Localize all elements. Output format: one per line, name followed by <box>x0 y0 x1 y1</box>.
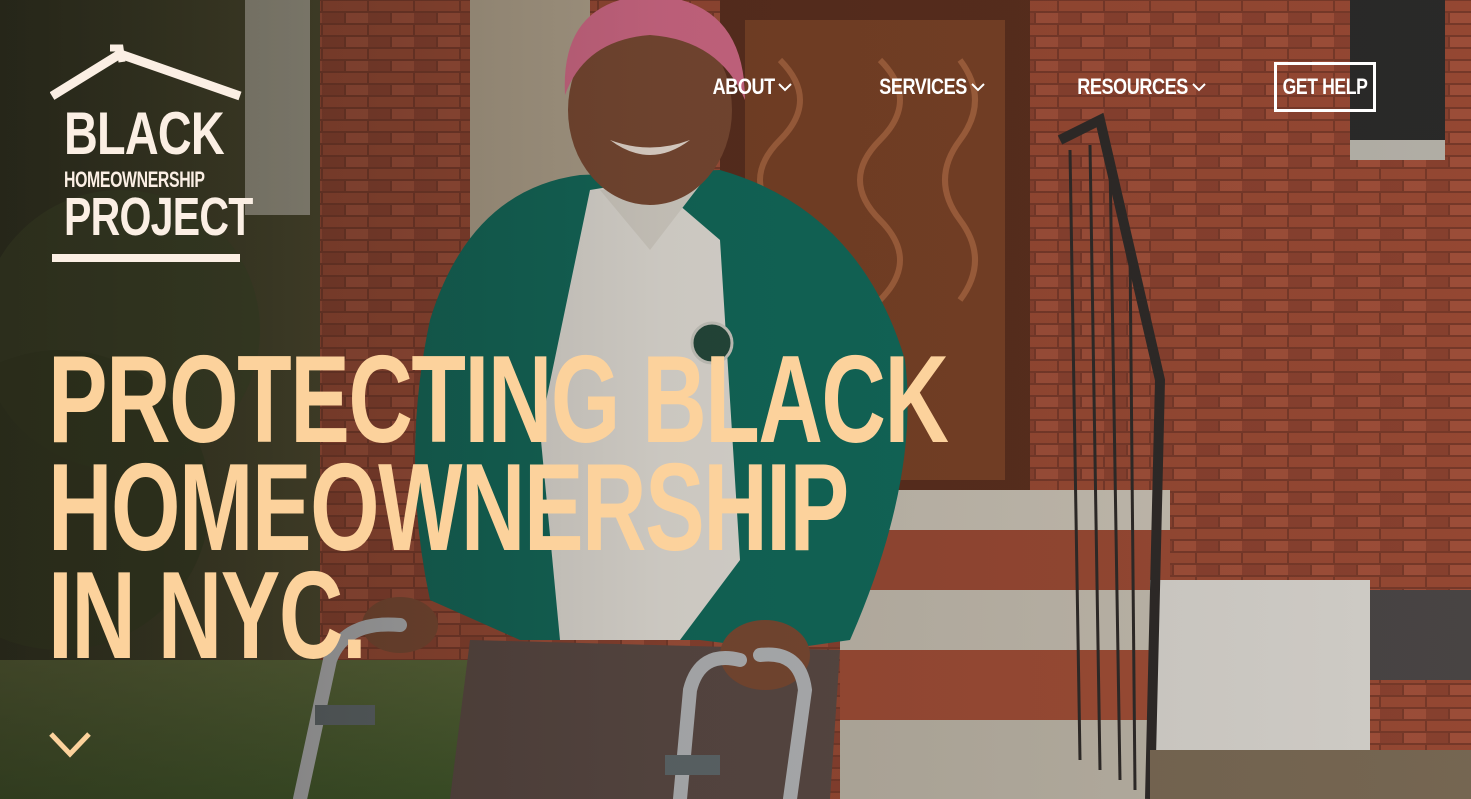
headline-line-1: PROTECTING BLACK <box>48 331 949 469</box>
headline-line-2: HOMEOWNERSHIP <box>48 439 849 577</box>
logo-line-project: PROJECT <box>64 187 253 247</box>
hero-headline: PROTECTING BLACK HOMEOWNERSHIP IN NYC. <box>48 331 1297 685</box>
house-roof-icon <box>50 44 242 101</box>
chevron-down-icon <box>971 83 985 92</box>
chevron-down-icon[interactable] <box>48 730 92 760</box>
nav-item-label: SERVICES <box>879 74 968 99</box>
nav-item-resources[interactable]: RESOURCES <box>1053 74 1206 100</box>
nav-item-label: ABOUT <box>712 74 775 99</box>
nav-item-about[interactable]: ABOUT <box>699 74 793 100</box>
brand-logo[interactable]: BLACK HOMEOWNERSHIP PROJECT <box>50 44 253 264</box>
chevron-down-icon <box>1192 83 1206 92</box>
main-nav: ABOUT SERVICES RESOURCES GET HELP <box>699 62 1376 112</box>
logo-underline <box>52 254 240 262</box>
get-help-label: GET HELP <box>1282 74 1368 99</box>
nav-item-label: RESOURCES <box>1077 74 1188 99</box>
nav-item-services[interactable]: SERVICES <box>860 74 985 100</box>
logo-line-black: BLACK <box>64 100 225 167</box>
chevron-down-icon <box>778 83 792 92</box>
get-help-button[interactable]: GET HELP <box>1274 62 1376 112</box>
headline-line-3: IN NYC. <box>48 547 367 685</box>
